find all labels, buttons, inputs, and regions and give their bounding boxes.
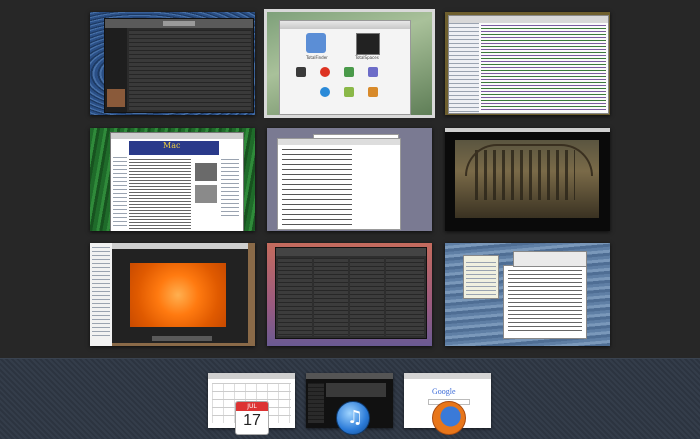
calendar-day-number: 17 [243,412,261,429]
dock-window-shelf: JUL 17 ♫ Google [0,358,700,439]
finder-icon-row-1 [292,67,398,81]
itunes-icon[interactable]: ♫ [336,401,370,435]
calendar-month-strip: JUL [236,402,268,411]
panel-rows [466,262,496,296]
tweet-column-3 [350,258,384,336]
document-text [282,149,352,225]
site-logo: Mac [163,141,181,150]
viewer-window [112,243,248,343]
game-scene [455,140,599,218]
viewer-bottom-bar [152,336,212,341]
album-art [107,89,125,107]
window-tile-tweetdeck[interactable] [267,243,432,346]
article-photo-2 [195,185,217,203]
no-entry-icon [320,67,330,77]
window-tile-itunes[interactable] [90,12,255,115]
document-window [503,265,587,339]
code-editor [481,25,606,111]
file-sidebar [90,243,112,346]
browser-window: Mac [110,132,244,231]
xcode-navigator [449,23,479,113]
itunes-store-list [308,383,324,423]
viewer-toolbar [112,243,248,249]
ical-header [208,373,295,379]
text-window-front [277,138,401,230]
xcode-window [448,15,609,114]
itunes-now-playing [163,21,195,26]
itunes-store-toolbar [306,373,393,379]
finder-window: TotalFinder TotalSpaces [279,20,411,115]
finder-titlebar [280,21,410,29]
totalfinder-icon [306,33,326,53]
calendar-icon[interactable]: JUL 17 [235,401,269,435]
app-icon-a [296,67,306,77]
tweetdeck-window [275,247,427,339]
document-window-back [513,251,587,267]
game-window-titlebar [445,128,610,132]
finder-icon-row-2 [292,87,398,101]
track-list [129,30,251,110]
site-right-column [221,159,239,219]
finder-item-label-2: TotalSpaces [355,55,379,60]
app-icon-d [320,87,330,97]
mission-control-window-grid: TotalFinder TotalSpaces Mac [0,0,700,358]
window-tile-game[interactable] [445,128,610,231]
xcode-toolbar [449,16,608,23]
article-photo [195,163,217,181]
app-icon-b [344,67,354,77]
window-tile-textedit[interactable] [267,128,432,231]
orange-fractal-image [130,263,226,327]
scene-arch [465,144,593,176]
small-panel-window [463,255,499,299]
calendar-month-label: JUL [247,403,257,410]
itunes-store-banner [326,383,386,397]
tweet-column-4 [386,258,424,336]
window-tile-finder[interactable]: TotalFinder TotalSpaces [264,9,435,118]
itunes-window [104,18,254,113]
app-icon-f [368,87,378,97]
tweet-column-1 [278,258,312,336]
tweetdeck-toolbar [276,248,426,256]
google-logo: Google [432,387,456,396]
firefox-icon[interactable] [432,401,466,435]
document-body [508,270,582,334]
site-sidebar [113,157,127,229]
firefox-toolbar [404,373,491,379]
window-tile-safari[interactable]: Mac [90,128,255,231]
finder-item-label-1: TotalFinder [306,55,328,60]
file-list [92,247,110,337]
window-tile-preview[interactable] [445,243,610,346]
app-icon-c [368,67,378,77]
tweet-column-2 [314,258,348,336]
app-icon-e [344,87,354,97]
browser-toolbar [111,133,243,139]
window-tile-image-viewer[interactable] [90,243,255,346]
article-text [129,159,191,229]
totalspaces-icon [356,33,380,55]
window-tile-xcode[interactable] [445,12,610,115]
text-window-titlebar [278,139,400,145]
music-note-glyph: ♫ [347,407,364,428]
